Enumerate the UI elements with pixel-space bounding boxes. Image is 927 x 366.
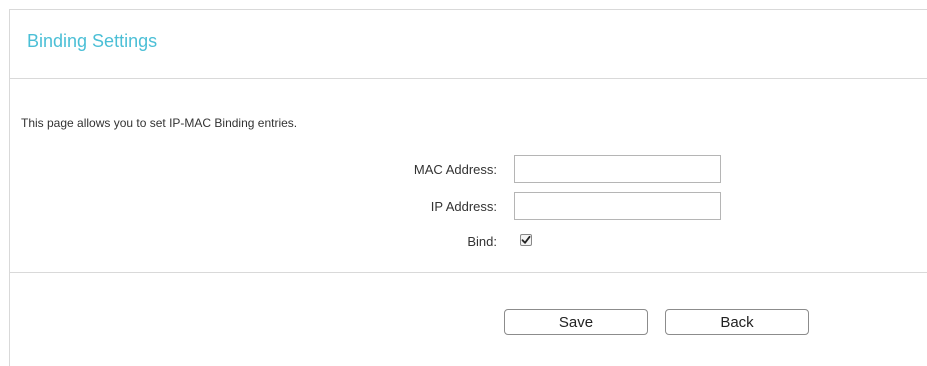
- ip-address-row: IP Address:: [10, 192, 927, 222]
- bind-checkbox[interactable]: [520, 234, 532, 246]
- mac-address-label: MAC Address:: [413, 162, 497, 177]
- save-button[interactable]: Save: [504, 309, 648, 335]
- page-title: Binding Settings: [27, 31, 158, 51]
- checkmark-icon: [521, 235, 531, 244]
- back-button[interactable]: Back: [665, 309, 809, 335]
- ip-address-label: IP Address:: [430, 199, 497, 214]
- panel-header: Binding Settings: [10, 10, 927, 79]
- bind-row: Bind:: [10, 227, 927, 257]
- section-divider: [10, 272, 927, 273]
- bind-label: Bind:: [467, 234, 497, 249]
- ip-address-input[interactable]: [514, 192, 721, 220]
- page-description: This page allows you to set IP-MAC Bindi…: [21, 116, 298, 130]
- mac-address-row: MAC Address:: [10, 155, 927, 185]
- mac-address-input[interactable]: [514, 155, 721, 183]
- binding-settings-panel: Binding Settings This page allows you to…: [9, 9, 927, 366]
